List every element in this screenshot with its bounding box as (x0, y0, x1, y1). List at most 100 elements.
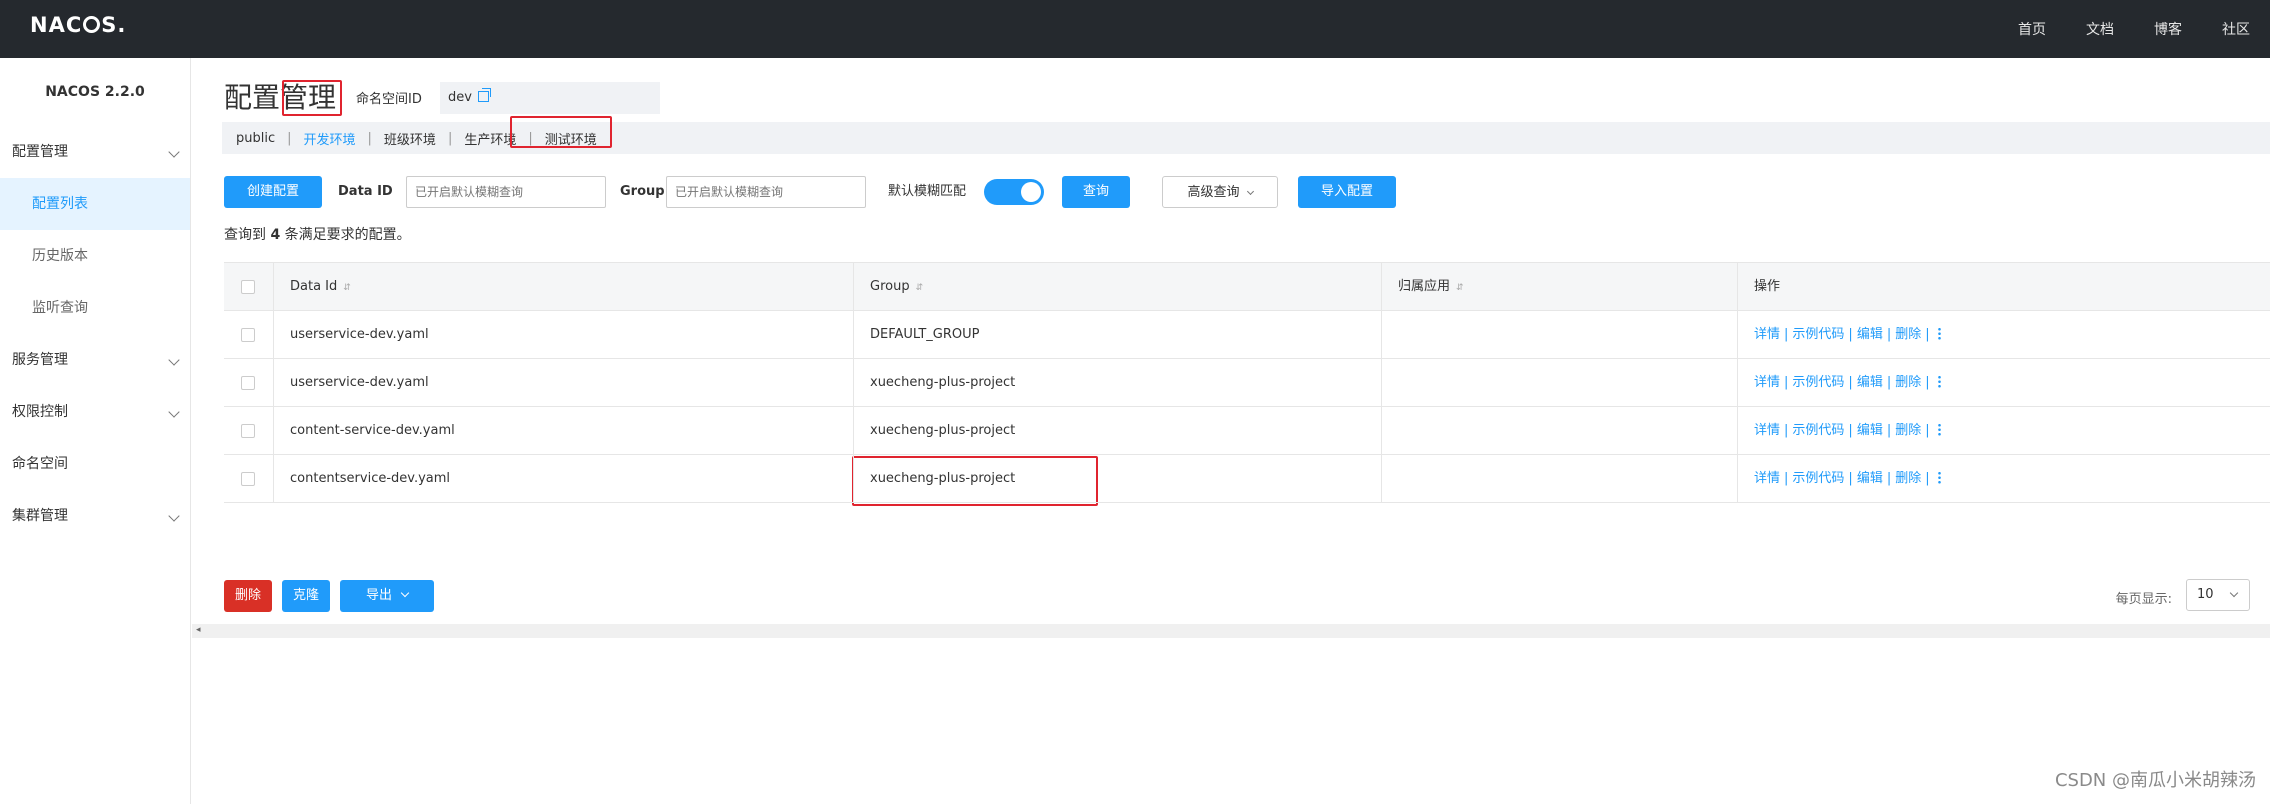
more-icon[interactable] (1937, 375, 1941, 388)
table-row: contentservice-dev.yaml xuecheng-plus-pro… (224, 455, 2270, 503)
row-checkbox[interactable] (241, 472, 255, 486)
tab-dev[interactable]: 开发环境 (300, 129, 360, 148)
sort-icon[interactable]: ⇵ (343, 264, 351, 312)
toggle-knob (1021, 182, 1041, 202)
sidebar-item-namespace[interactable]: 命名空间 (0, 438, 190, 490)
tab-public[interactable]: public (232, 131, 279, 146)
sidebar-item-config-list[interactable]: 配置列表 (0, 178, 190, 230)
table-row: content-service-dev.yaml xuecheng-plus-pr… (224, 407, 2270, 455)
op-link[interactable]: 编辑 (1857, 471, 1883, 486)
sidebar-item-label: 配置列表 (32, 196, 88, 212)
divider: | (367, 130, 372, 146)
divider: | (1848, 471, 1853, 486)
op-link[interactable]: 示例代码 (1792, 471, 1844, 486)
import-config-button[interactable]: 导入配置 (1298, 176, 1396, 208)
create-config-button[interactable]: 创建配置 (224, 176, 322, 208)
more-icon[interactable] (1937, 471, 1941, 484)
tab-class[interactable]: 班级环境 (380, 129, 440, 148)
divider: | (1886, 423, 1892, 438)
nav-docs[interactable]: 文档 (2086, 19, 2114, 39)
divider: | (1886, 375, 1892, 390)
divider: | (1925, 423, 1930, 438)
dataid-cell: content-service-dev.yaml (274, 407, 854, 455)
header-label: Group (870, 279, 910, 294)
op-link[interactable]: 编辑 (1857, 423, 1883, 438)
sidebar-item-history[interactable]: 历史版本 (0, 230, 190, 282)
group-cell: xuecheng-plus-project (854, 359, 1382, 407)
top-nav: 首页 文档 博客 社区 (1978, 0, 2250, 58)
namespace-id-text: dev (448, 90, 472, 105)
horizontal-scrollbar[interactable]: ◂ (192, 624, 2270, 638)
ops-cell: 详情 | 示例代码 | 编辑 | 删除 | (1738, 455, 2270, 503)
nacos-logo[interactable]: NAC S. (30, 13, 126, 37)
chevron-down-icon (168, 146, 180, 158)
op-link[interactable]: 编辑 (1857, 375, 1883, 390)
op-link[interactable]: 删除 (1895, 375, 1921, 390)
page-size-select[interactable]: 10 (2186, 579, 2250, 611)
divider: | (1784, 327, 1789, 342)
delete-button[interactable]: 删除 (224, 580, 272, 612)
sort-icon[interactable]: ⇵ (1456, 264, 1464, 312)
divider: | (1925, 471, 1930, 486)
group-cell: DEFAULT_GROUP (854, 311, 1382, 359)
advanced-query-button[interactable]: 高级查询 (1162, 176, 1278, 208)
nav-home[interactable]: 首页 (2018, 19, 2046, 39)
dataid-input[interactable] (406, 176, 606, 208)
top-navbar: NAC S. 首页 文档 博客 社区 (0, 0, 2270, 58)
header-app[interactable]: 归属应用 ⇵ (1382, 263, 1738, 311)
query-button[interactable]: 查询 (1062, 176, 1130, 208)
select-all-checkbox[interactable] (241, 280, 255, 294)
op-link[interactable]: 删除 (1895, 423, 1921, 438)
sort-icon[interactable]: ⇵ (916, 264, 924, 312)
export-button[interactable]: 导出 (340, 580, 434, 612)
copy-icon[interactable] (477, 88, 491, 102)
row-checkbox[interactable] (241, 376, 255, 390)
fuzzy-match-toggle[interactable] (984, 179, 1044, 205)
scroll-left-icon[interactable]: ◂ (196, 625, 201, 635)
nav-community[interactable]: 社区 (2222, 19, 2250, 39)
filter-bar: 创建配置 Data ID Group 默认模糊匹配 查询 高级查询 导入配置 (224, 176, 2264, 208)
config-table: Data Id ⇵ Group ⇵ 归属应用 ⇵ 操作 userservice-dev… (224, 262, 2270, 503)
ops-cell: 详情 | 示例代码 | 编辑 | 删除 | (1738, 407, 2270, 455)
namespace-id-value: dev (440, 82, 660, 114)
op-link[interactable]: 示例代码 (1792, 423, 1844, 438)
app-cell (1382, 455, 1738, 503)
header-dataid[interactable]: Data Id ⇵ (274, 263, 854, 311)
op-link[interactable]: 详情 (1754, 327, 1780, 342)
nav-blog[interactable]: 博客 (2154, 19, 2182, 39)
header-group[interactable]: Group ⇵ (854, 263, 1382, 311)
chevron-down-icon (168, 510, 180, 522)
sidebar-item-listener-query[interactable]: 监听查询 (0, 282, 190, 334)
sidebar-item-label: 权限控制 (12, 404, 68, 420)
header-label: 归属应用 (1398, 279, 1451, 294)
more-icon[interactable] (1937, 327, 1941, 340)
group-cell: xuecheng-plus-project (854, 407, 1382, 455)
op-link[interactable]: 编辑 (1857, 327, 1883, 342)
sidebar-item-config-management[interactable]: 配置管理 (0, 126, 190, 178)
op-link[interactable]: 示例代码 (1792, 375, 1844, 390)
divider: | (287, 130, 292, 146)
row-checkbox[interactable] (241, 328, 255, 342)
op-link[interactable]: 示例代码 (1792, 327, 1844, 342)
result-count: 4 (270, 227, 281, 243)
sidebar-item-access-control[interactable]: 权限控制 (0, 386, 190, 438)
sidebar-item-label: 监听查询 (32, 300, 88, 316)
version-label: NACOS 2.2.0 (45, 84, 145, 100)
clone-button[interactable]: 克隆 (282, 580, 330, 612)
more-icon[interactable] (1937, 423, 1941, 436)
op-link[interactable]: 详情 (1754, 423, 1780, 438)
op-link[interactable]: 删除 (1895, 327, 1921, 342)
app-cell (1382, 311, 1738, 359)
row-select-cell (224, 311, 274, 359)
row-checkbox[interactable] (241, 424, 255, 438)
group-input[interactable] (666, 176, 866, 208)
chevron-down-icon (2229, 588, 2239, 598)
sidebar-item-service-management[interactable]: 服务管理 (0, 334, 190, 386)
op-link[interactable]: 删除 (1895, 471, 1921, 486)
divider: | (1848, 327, 1853, 342)
chevron-down-icon (400, 588, 410, 598)
op-link[interactable]: 详情 (1754, 375, 1780, 390)
op-link[interactable]: 详情 (1754, 471, 1780, 486)
divider: | (1925, 327, 1930, 342)
sidebar-item-cluster-management[interactable]: 集群管理 (0, 490, 190, 542)
